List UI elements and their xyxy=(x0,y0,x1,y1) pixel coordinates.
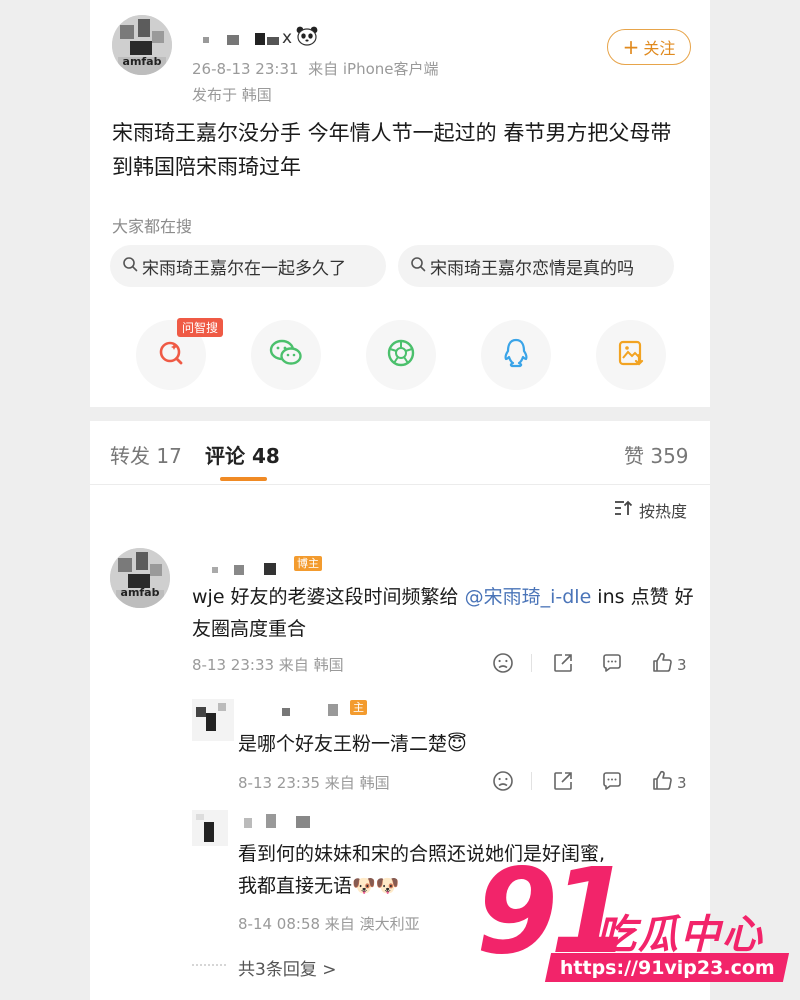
search-chip-1[interactable]: 宋雨琦王嘉尔在一起多久了 xyxy=(110,245,386,287)
post-text: 宋雨琦王嘉尔没分手 今年情人节一起过的 春节男方把父母带到韩国陪宋雨琦过年 xyxy=(112,121,672,179)
dislike-button[interactable] xyxy=(492,770,514,796)
like-count: 3 xyxy=(677,656,687,674)
tabs-divider xyxy=(90,484,710,485)
active-tab-indicator xyxy=(220,477,267,481)
save-image-button[interactable] xyxy=(596,320,666,390)
reply-button[interactable] xyxy=(601,652,623,678)
share-icon xyxy=(552,770,574,796)
post-timestamp: 26-8-13 23:31 来自 iPhone客户端 xyxy=(192,60,439,78)
reply-author-name[interactable] xyxy=(282,702,342,716)
owner-badge: 博主 xyxy=(294,556,322,571)
dislike-button[interactable] xyxy=(492,652,514,678)
share-comment-button[interactable] xyxy=(552,770,574,796)
tab-comments[interactable]: 评论 48 xyxy=(205,440,280,469)
reply-avatar[interactable] xyxy=(192,810,228,846)
like-count: 3 xyxy=(677,774,687,792)
post-author-avatar[interactable]: amfab xyxy=(112,15,172,75)
thumbs-up-icon xyxy=(651,652,673,678)
watermark-title: 吃瓜中心 xyxy=(596,912,764,958)
sort-icon xyxy=(613,499,633,521)
like-button[interactable]: 3 xyxy=(651,770,687,796)
share-wechat-button[interactable] xyxy=(251,320,321,390)
reply-meta: 8-13 23:35 来自 韩国 xyxy=(238,774,390,792)
ai-search-badge: 问智搜 xyxy=(177,318,224,337)
action-separator xyxy=(531,654,532,672)
action-separator xyxy=(531,772,532,790)
share-qq-button[interactable] xyxy=(481,320,551,390)
share-icon xyxy=(552,652,574,678)
search-section-label: 大家都在搜 xyxy=(112,217,193,236)
search-icon xyxy=(410,256,426,277)
view-more-replies-link[interactable]: 共3条回复 > xyxy=(238,955,336,980)
wechat-icon xyxy=(268,338,304,372)
comment-text: wje 好友的老婆这段时间频繁给 @宋雨琦_i-dle ins 点赞 好友圈高度… xyxy=(192,586,694,640)
avatar-caption: amfab xyxy=(122,55,162,68)
mention-link[interactable]: @宋雨琦_i-dle xyxy=(465,586,592,608)
follow-button[interactable]: + 关注 xyxy=(607,29,691,65)
avatar-caption: amfab xyxy=(120,586,160,599)
thumbs-up-icon xyxy=(651,770,673,796)
tab-repost[interactable]: 转发 17 xyxy=(110,440,182,469)
post-location: 发布于 韩国 xyxy=(192,86,272,104)
share-moments-button[interactable] xyxy=(366,320,436,390)
reply-more-dots xyxy=(192,964,226,966)
follow-label: 关注 xyxy=(643,39,676,58)
search-icon xyxy=(122,256,138,277)
comment-icon xyxy=(601,652,623,678)
sort-by-hot-button[interactable]: 按热度 xyxy=(613,498,687,522)
post-author-name-suffix: x xyxy=(282,28,293,48)
save-image-icon xyxy=(616,338,646,372)
comment-meta: 8-13 23:33 来自 韩国 xyxy=(192,656,344,674)
moments-icon xyxy=(385,337,417,373)
ai-search-icon xyxy=(156,338,186,372)
like-button[interactable]: 3 xyxy=(651,652,687,678)
search-chip-label: 宋雨琦王嘉尔恋情是真的吗 xyxy=(430,258,634,279)
tab-likes[interactable]: 赞 359 xyxy=(624,440,689,469)
watermark-url: https://91vip23.com xyxy=(544,953,790,982)
reply-text: 是哪个好友王粉一清二楚😇 xyxy=(238,733,467,755)
commenter-name[interactable] xyxy=(212,561,294,575)
search-chip-label: 宋雨琦王嘉尔在一起多久了 xyxy=(142,258,346,279)
comment-icon xyxy=(601,770,623,796)
panda-icon xyxy=(296,26,318,46)
sort-label: 按热度 xyxy=(639,502,688,521)
qq-icon xyxy=(501,337,531,373)
plus-icon: + xyxy=(622,35,640,59)
post-card: amfab x 26-8-13 23:31 来自 iPhone客户端 发布于 韩… xyxy=(90,0,710,407)
reply-button[interactable] xyxy=(601,770,623,796)
dislike-icon xyxy=(492,652,514,678)
reply-meta: 8-14 08:58 来自 澳大利亚 xyxy=(238,915,420,933)
search-chip-2[interactable]: 宋雨琦王嘉尔恋情是真的吗 xyxy=(398,245,674,287)
post-source: 来自 iPhone客户端 xyxy=(308,60,439,78)
reply-author-name[interactable] xyxy=(244,814,324,828)
reply-avatar[interactable] xyxy=(192,699,234,741)
share-comment-button[interactable] xyxy=(552,652,574,678)
owner-badge: 主 xyxy=(350,700,367,715)
commenter-avatar[interactable]: amfab xyxy=(110,548,170,608)
dislike-icon xyxy=(492,770,514,796)
